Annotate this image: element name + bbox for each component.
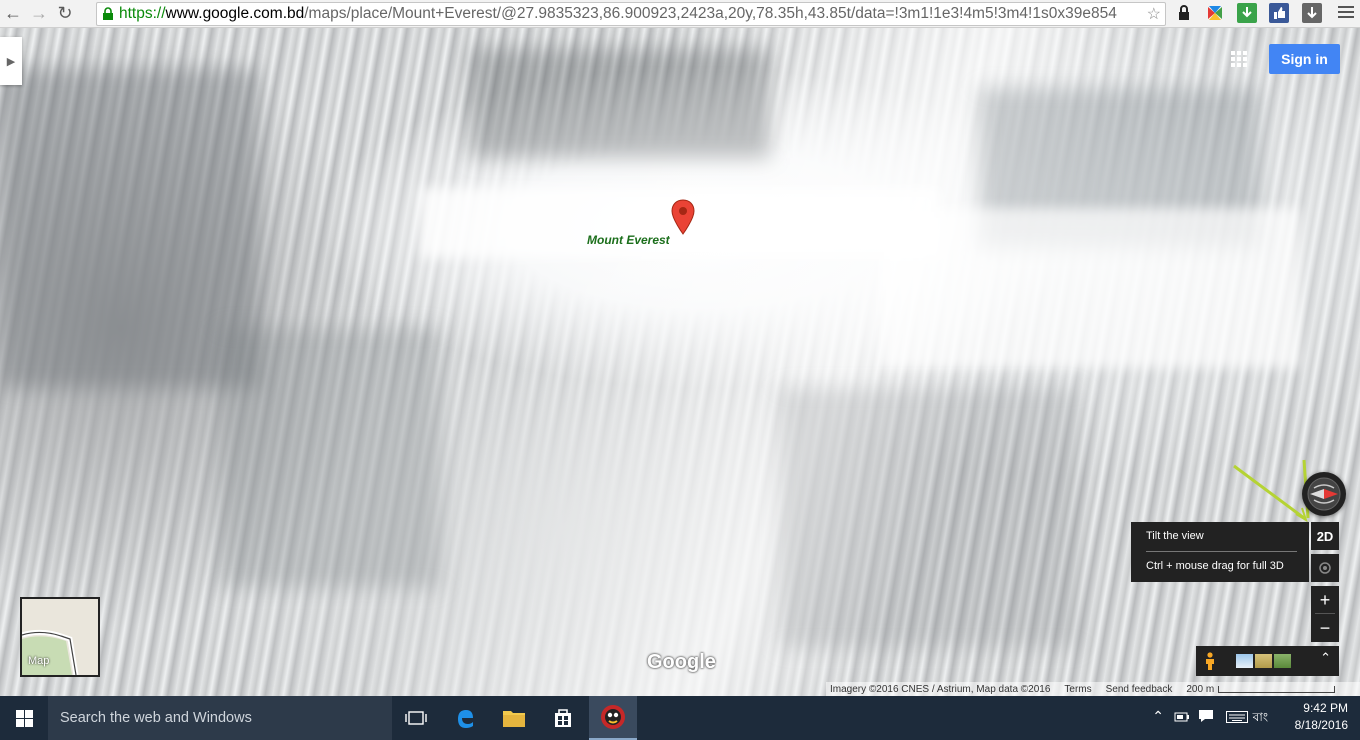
sign-in-button[interactable]: Sign in bbox=[1269, 44, 1340, 74]
imagery-thumbnail-desert[interactable] bbox=[1255, 654, 1272, 668]
imagery-thumbnail-sky[interactable] bbox=[1236, 654, 1253, 668]
scale-bar bbox=[1218, 685, 1336, 693]
tooltip-title: Tilt the view bbox=[1146, 530, 1204, 542]
zoom-in-button[interactable]: + bbox=[1311, 586, 1339, 614]
lock-icon bbox=[101, 7, 115, 21]
facebook-like-icon[interactable] bbox=[1269, 3, 1289, 23]
send-feedback-link[interactable]: Send feedback bbox=[1106, 684, 1173, 695]
download-extension-icon[interactable] bbox=[1237, 3, 1257, 23]
my-location-icon[interactable] bbox=[1311, 554, 1339, 582]
map-footer: Imagery ©2016 CNES / Astrium, Map data ©… bbox=[826, 682, 1360, 696]
imagery-thumbnail-green[interactable] bbox=[1274, 654, 1291, 668]
map-view-toggle[interactable]: Map bbox=[20, 597, 100, 677]
reload-icon[interactable]: ↻ bbox=[52, 2, 78, 26]
screen-recorder-app-icon[interactable] bbox=[589, 696, 637, 740]
tilt-2d-button[interactable]: 2D bbox=[1311, 522, 1339, 550]
taskbar: Search the web and Windows ⌃ বাং 9:42 PM… bbox=[0, 696, 1360, 740]
minimap-label: Map bbox=[28, 655, 50, 667]
tooltip-divider bbox=[1146, 551, 1297, 552]
tooltip-hint: Ctrl + mouse drag for full 3D bbox=[1146, 560, 1284, 572]
taskbar-search-input[interactable]: Search the web and Windows bbox=[48, 696, 392, 740]
file-explorer-icon[interactable] bbox=[490, 696, 538, 740]
zoom-out-button[interactable]: − bbox=[1311, 614, 1339, 642]
battery-icon[interactable] bbox=[1174, 710, 1190, 724]
colorful-extension-icon[interactable] bbox=[1205, 3, 1225, 23]
tray-expand-icon[interactable]: ⌃ bbox=[1152, 708, 1164, 725]
windows-start-icon[interactable] bbox=[0, 696, 48, 740]
compass-icon[interactable] bbox=[1302, 472, 1346, 516]
imagery-tray: ⌃ bbox=[1196, 646, 1339, 676]
forward-arrow-icon[interactable]: → bbox=[26, 2, 52, 26]
scale-label[interactable]: 200 m bbox=[1186, 684, 1214, 695]
url-host: www.google.com.bd bbox=[165, 5, 305, 22]
edge-browser-icon[interactable] bbox=[441, 696, 489, 740]
mountain-shadow bbox=[220, 328, 440, 588]
pegman-icon[interactable] bbox=[1204, 652, 1216, 670]
google-logo: Google bbox=[647, 651, 716, 673]
side-panel-toggle[interactable]: ▶ bbox=[0, 37, 22, 85]
clock-date: 8/18/2016 bbox=[1294, 718, 1348, 732]
expand-chevron-icon[interactable]: ⌃ bbox=[1320, 650, 1331, 666]
back-arrow-icon[interactable]: ← bbox=[0, 2, 26, 26]
store-icon[interactable] bbox=[539, 696, 587, 740]
mountain-shadow bbox=[470, 48, 770, 158]
map-pin-icon[interactable] bbox=[671, 199, 695, 235]
system-clock[interactable]: 9:42 PM 8/18/2016 bbox=[1295, 700, 1348, 734]
tilt-tooltip: Tilt the view Ctrl + mouse drag for full… bbox=[1131, 522, 1309, 582]
snow-ridge bbox=[880, 208, 1300, 368]
satellite-map[interactable] bbox=[0, 28, 1360, 696]
language-indicator[interactable]: বাং bbox=[1253, 709, 1268, 729]
clock-time: 9:42 PM bbox=[1303, 701, 1348, 715]
chrome-menu-icon[interactable] bbox=[1338, 3, 1354, 21]
url-path: /maps/place/Mount+Everest/@27.9835323,86… bbox=[304, 5, 1117, 22]
keyboard-icon[interactable] bbox=[1226, 711, 1248, 723]
lock-extension-icon[interactable] bbox=[1174, 3, 1194, 23]
apps-grid-icon[interactable] bbox=[1231, 51, 1247, 67]
mountain-shadow bbox=[780, 388, 1080, 648]
url-scheme: https:// bbox=[119, 5, 166, 22]
annotation-arrows-icon bbox=[1233, 459, 1310, 522]
browser-toolbar: ← → ↻ https://www.google.com.bd/maps/pla… bbox=[0, 0, 1360, 28]
place-label[interactable]: Mount Everest bbox=[587, 233, 670, 247]
notifications-icon[interactable] bbox=[1198, 709, 1214, 723]
terms-link[interactable]: Terms bbox=[1064, 684, 1091, 695]
attribution-text: Imagery ©2016 CNES / Astrium, Map data ©… bbox=[830, 683, 1051, 695]
download-arrow-icon[interactable] bbox=[1302, 3, 1322, 23]
address-bar[interactable]: https://www.google.com.bd/maps/place/Mou… bbox=[96, 2, 1166, 26]
bookmark-star-icon[interactable]: ☆ bbox=[1147, 4, 1161, 24]
task-view-icon[interactable] bbox=[392, 696, 440, 740]
